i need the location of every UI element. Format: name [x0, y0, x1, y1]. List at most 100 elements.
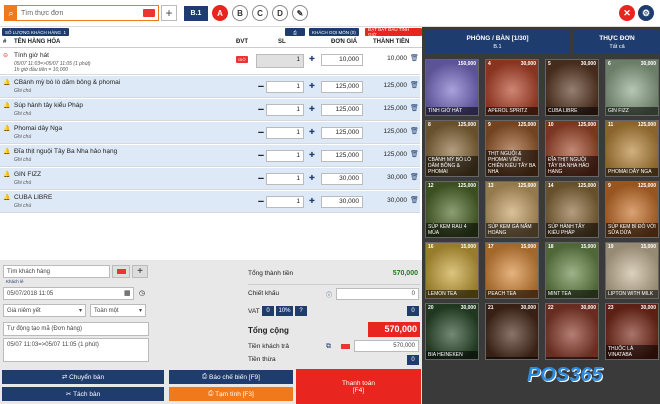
product-tile[interactable]: 18 15,000 MINT TEA	[545, 242, 599, 299]
puzzle-icon[interactable]: ✚	[309, 82, 317, 90]
vat-0-button[interactable]: 0	[262, 306, 274, 316]
price-field[interactable]: 125,000	[321, 150, 363, 162]
close-icon[interactable]: ✕	[619, 5, 635, 21]
trash-icon[interactable]: 🗑	[410, 173, 419, 181]
split-table-button[interactable]: ✂ Tách bàn	[2, 387, 164, 401]
qty-field[interactable]: 1	[256, 54, 304, 68]
table-badge[interactable]: B.1	[184, 6, 208, 21]
order-row[interactable]: ⊖ Tính giờ hát 05/07 11:03=>05/07 11:05 …	[0, 49, 420, 75]
bell-icon[interactable]: 🔔	[3, 148, 10, 155]
order-row[interactable]: 🔔 Súp hành tây kiểu Pháp Ghi chú − 1 ✚ 1…	[0, 99, 420, 121]
customer-search-input[interactable]: Tìm khách hàng	[3, 265, 110, 278]
calendar-icon[interactable]: ▦	[124, 289, 131, 297]
paid-field[interactable]: 570,000	[354, 340, 419, 352]
trash-icon[interactable]: 🗑	[410, 104, 419, 112]
product-tile[interactable]: 22 30,000	[545, 303, 599, 360]
remove-icon[interactable]: ⊖	[3, 52, 9, 59]
copy-icon[interactable]: ⧉	[326, 343, 331, 351]
product-tile[interactable]: 4 30,000 APEROL SPRITZ	[485, 59, 539, 116]
vat-help-button[interactable]: ?	[295, 306, 307, 316]
product-tile[interactable]: 12 125,000 SÚP KEM RAU 4 MÙA	[425, 181, 479, 238]
start-time-tag[interactable]: ĐẶT BẮT ĐẦU TÍNH GIỜ	[365, 27, 422, 37]
product-tile[interactable]: 20 30,000 BIA HEINEKEN	[425, 303, 479, 360]
clock-icon[interactable]: ◷	[139, 289, 145, 297]
item-note[interactable]: Ghi chú	[14, 88, 31, 94]
discount-field[interactable]: 0	[336, 288, 419, 300]
price-field[interactable]: 30,000	[321, 196, 363, 208]
edit-icon[interactable]: ✎	[292, 5, 308, 21]
minus-button[interactable]: −	[256, 173, 266, 185]
puzzle-icon[interactable]: ✚	[309, 55, 317, 63]
price-field[interactable]: 10,000	[321, 54, 363, 66]
minus-button[interactable]: −	[256, 196, 266, 208]
add-customer-button[interactable]: +	[132, 265, 148, 278]
move-table-button[interactable]: ⇄ Chuyển bàn	[2, 370, 164, 384]
trash-icon[interactable]: 🗑	[410, 196, 419, 204]
keyboard-icon[interactable]	[341, 344, 350, 349]
qty-field[interactable]: 1	[266, 104, 304, 116]
qty-field[interactable]: 1	[266, 150, 304, 162]
product-tile[interactable]: 10 125,000 ĐĨA THỊT NGUỘI TÂY BA NHA HẢO H…	[545, 120, 599, 177]
pay-button[interactable]: Thanh toán [F4]	[296, 369, 421, 404]
product-tile[interactable]: 8 125,000 CBÁNH MỲ BÒ LÒ DĂM BÔNG & PHOMAI	[425, 120, 479, 177]
minus-button[interactable]: −	[256, 104, 266, 116]
product-tile[interactable]: 11 125,000 PHOMAI DÂY NGA	[605, 120, 659, 177]
qty-field[interactable]: 1	[266, 196, 304, 208]
bell-icon[interactable]: 🔔	[3, 194, 10, 201]
layer-a-button[interactable]: A	[212, 5, 228, 21]
product-tile[interactable]: 150,000 TÍNH GIỜ HÁT	[425, 59, 479, 116]
product-tile[interactable]: 19 15,000 LIPTON WITH MILK	[605, 242, 659, 299]
item-note[interactable]: Ghi chú	[14, 180, 31, 186]
print-icon[interactable]: ⎙	[285, 28, 305, 36]
product-tile[interactable]: 13 125,000 SÚP KEM GÀ NẤM HOÀNG	[485, 181, 539, 238]
product-tile[interactable]: 14 125,000 SÚP HÀNH TÂY KIỂU PHÁP	[545, 181, 599, 238]
kitchen-button[interactable]: ⎙ Báo chế biến [F9]	[169, 370, 293, 384]
minus-button[interactable]: −	[256, 81, 266, 93]
order-row[interactable]: 🔔 CBánh mỳ bò lò dăm bông & phomai Ghi c…	[0, 76, 420, 98]
qty-field[interactable]: 1	[266, 173, 304, 185]
price-field[interactable]: 125,000	[321, 81, 363, 93]
product-tile[interactable]: 21 30,000	[485, 303, 539, 360]
order-row[interactable]: 🔔 CUBA LIBRE Ghi chú − 1 ✚ 30,000 🗑 30,0…	[0, 191, 420, 213]
trash-icon[interactable]: 🗑	[410, 81, 419, 89]
price-field[interactable]: 125,000	[321, 104, 363, 116]
bell-icon[interactable]: 🔔	[3, 79, 10, 86]
bell-icon[interactable]: 🔔	[3, 171, 10, 178]
guest-count-tag[interactable]: SỐ LƯỢNG KHÁCH HÀNG 1	[2, 28, 69, 36]
item-note[interactable]: Ghi chú	[14, 157, 31, 163]
item-note[interactable]: Ghi chú	[14, 203, 31, 209]
product-tile[interactable]: 16 15,000 LEMON TEA	[425, 242, 479, 299]
gear-icon[interactable]: ⚙	[638, 5, 654, 21]
scope-select[interactable]: Toàn một ▾	[90, 304, 146, 317]
layer-b-button[interactable]: B	[232, 5, 248, 21]
tab-rooms[interactable]: PHÒNG / BÀN [1/30] B.1	[425, 30, 570, 54]
price-list-select[interactable]: Giá niêm yết ▾	[3, 304, 86, 317]
product-tile[interactable]: 23 30,000 THUỐC LÁ VINATABA	[605, 303, 659, 360]
trash-icon[interactable]: 🗑	[410, 150, 419, 158]
product-tile[interactable]: 9 125,000 THỊT NGUỘI & PHOMAI VIÊN CHIÊN K…	[485, 120, 539, 177]
puzzle-icon[interactable]: ✚	[309, 197, 317, 205]
bell-icon[interactable]: 🔔	[3, 125, 10, 132]
layer-d-button[interactable]: D	[272, 5, 288, 21]
layer-c-button[interactable]: C	[252, 5, 268, 21]
order-code-input[interactable]: Tự động tạo mã (Đơn hàng)	[3, 322, 149, 336]
qty-field[interactable]: 1	[266, 127, 304, 139]
minus-button[interactable]: −	[256, 127, 266, 139]
minus-button[interactable]: −	[256, 150, 266, 162]
trash-icon[interactable]: 🗑	[410, 127, 419, 135]
order-note-textarea[interactable]: 05/07 11:03=>05/07 11:05 (1 phút)	[3, 338, 149, 362]
product-tile[interactable]: 9 125,000 SÚP KEM BÍ ĐỎ VỚI SỮA DỪA	[605, 181, 659, 238]
product-tile[interactable]: 17 15,000 PEACH TEA	[485, 242, 539, 299]
provisional-button[interactable]: ⎙ Tạm tính [F3]	[169, 387, 293, 401]
tab-menu[interactable]: THỰC ĐƠN Tất cả	[574, 30, 660, 54]
vat-10-button[interactable]: 10%	[276, 306, 293, 316]
date-field[interactable]: 05/07/2018 11:05	[3, 287, 134, 300]
price-field[interactable]: 125,000	[321, 127, 363, 139]
price-field[interactable]: 30,000	[321, 173, 363, 185]
product-tile[interactable]: 5 30,000 CUBA LIBRE	[545, 59, 599, 116]
menu-search-input[interactable]: Tìm thực đơn	[17, 10, 143, 17]
product-tile[interactable]: 6 30,000 GIN FIZZ	[605, 59, 659, 116]
trash-icon[interactable]: 🗑	[410, 54, 419, 62]
puzzle-icon[interactable]: ✚	[309, 105, 317, 113]
item-note[interactable]: Ghi chú	[14, 111, 31, 117]
